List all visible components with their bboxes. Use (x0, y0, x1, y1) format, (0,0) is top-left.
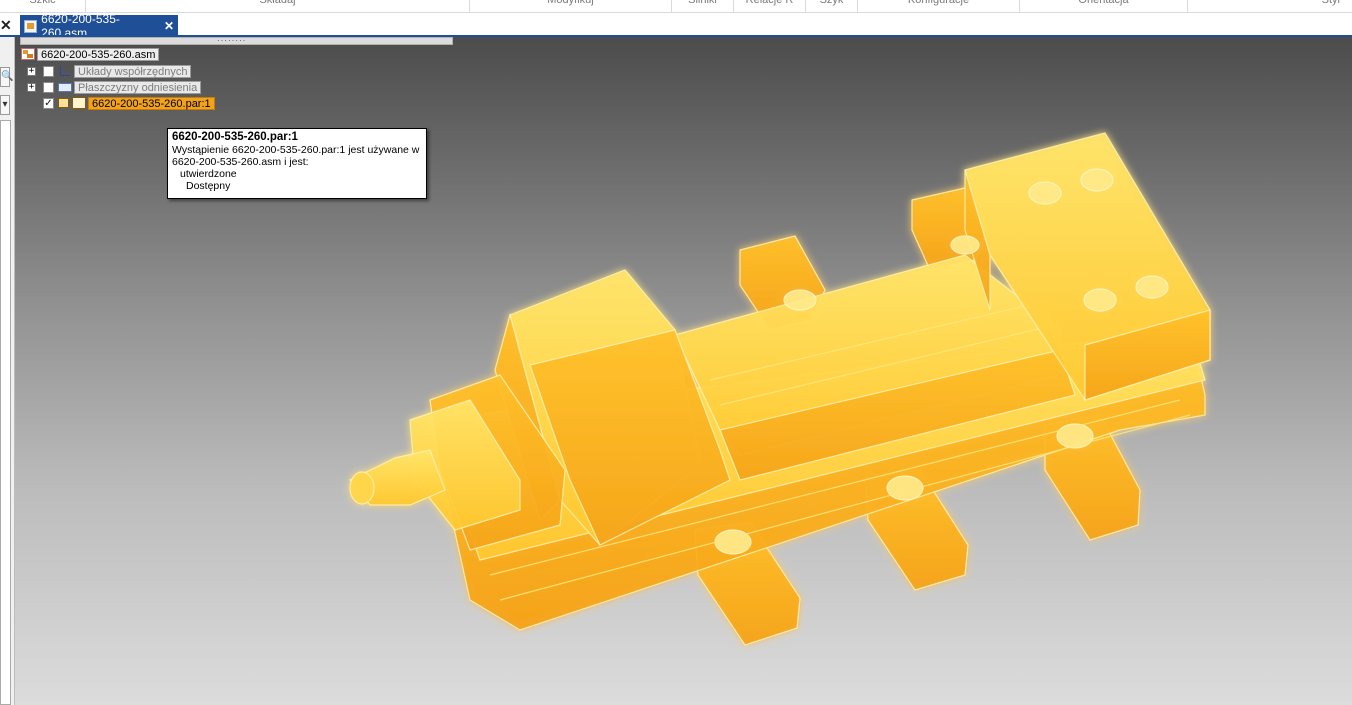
tree-item-coordinate-systems[interactable]: + Układy współrzędnych (27, 64, 192, 78)
ribbon-group-style: Styl (1321, 0, 1340, 6)
dropdown-arrow-icon[interactable]: ▾ (0, 95, 10, 115)
ribbon-group-labels: Szkic Składaj Modyfikuj Silniki Relacje … (0, 0, 1352, 13)
tooltip-status-available: Dostępny (186, 180, 231, 192)
visibility-checkbox[interactable] (43, 65, 54, 77)
assembly-icon (21, 48, 35, 60)
tree-resize-grip[interactable]: ········ (20, 37, 453, 45)
panel-close-icon[interactable]: ✕ (0, 15, 12, 35)
side-panel-list[interactable] (0, 120, 11, 705)
tree-item-label[interactable]: Układy współrzędnych (74, 64, 192, 78)
part-tooltip: 6620-200-535-260.par:1 Wystąpienie 6620-… (167, 128, 427, 199)
part-icon (72, 97, 86, 109)
ribbon-group-orientation: Orientacja (1020, 0, 1188, 13)
document-tab[interactable]: 6620-200-535-260.asm ✕ (20, 12, 178, 40)
reference-planes-icon (58, 82, 72, 92)
tree-item-reference-planes[interactable]: + Płaszczyzny odniesienia (27, 80, 202, 94)
tooltip-title: 6620-200-535-260.par:1 (172, 131, 298, 143)
left-side-panel: 🔍 ▾ (0, 37, 15, 705)
tooltip-status-fixed: utwierdzone (180, 168, 237, 180)
visibility-checkbox-checked[interactable]: ✓ (43, 97, 54, 109)
expand-icon[interactable]: + (27, 66, 36, 76)
ribbon-group-modify: Modyfikuj (470, 0, 672, 13)
search-icon[interactable]: 🔍 (0, 67, 13, 87)
ribbon-group-motors: Silniki (672, 0, 734, 13)
ribbon-group-relations: Relacje R (734, 0, 806, 13)
tooltip-line: 6620-200-535-260.asm i jest: (172, 156, 309, 168)
expand-icon[interactable]: + (27, 82, 36, 92)
lock-icon (58, 98, 69, 108)
assembly-document-icon (24, 19, 38, 33)
tab-close-icon[interactable]: ✕ (164, 19, 174, 33)
ribbon-group-configurations: Konfiguracje (858, 0, 1020, 13)
visibility-checkbox[interactable] (43, 81, 54, 93)
tree-item-label[interactable]: Płaszczyzny odniesienia (74, 80, 202, 94)
coordinate-systems-icon (58, 65, 72, 77)
ribbon-group-pattern: Szyk (806, 0, 858, 13)
document-tab-bar: ✕ 6620-200-535-260.asm ✕ (0, 12, 1352, 40)
tree-item-part[interactable]: ✓ 6620-200-535-260.par:1 (43, 96, 215, 110)
tooltip-line: Wystąpienie 6620-200-535-260.par:1 jest … (172, 144, 420, 156)
tree-root-label[interactable]: 6620-200-535-260.asm (37, 47, 160, 61)
tree-item-label-selected[interactable]: 6620-200-535-260.par:1 (88, 96, 215, 110)
tree-root-row[interactable]: 6620-200-535-260.asm (21, 47, 160, 61)
